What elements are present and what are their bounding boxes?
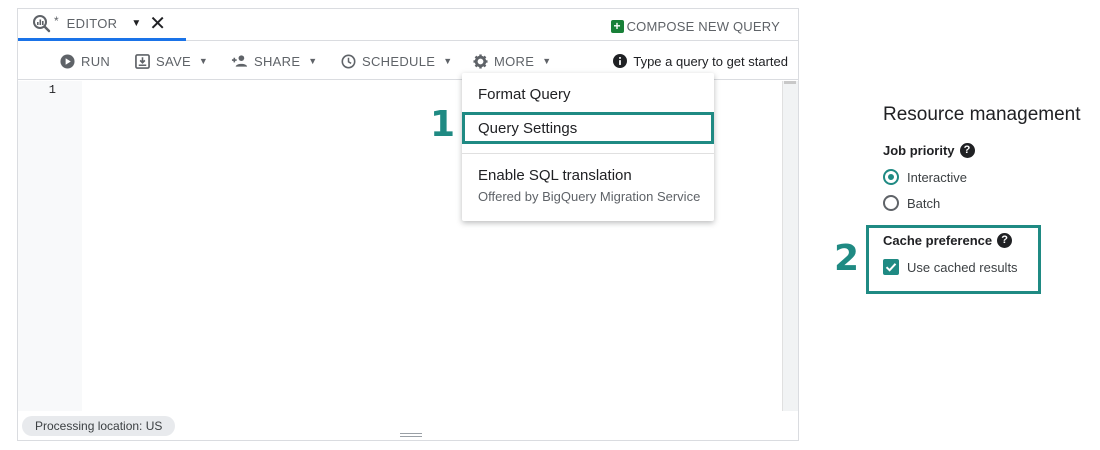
radio-batch-label: Batch xyxy=(907,195,941,211)
step-number-1: 1 xyxy=(430,104,456,145)
query-settings-label: Query Settings xyxy=(478,119,578,137)
share-label: SHARE xyxy=(254,53,301,69)
tab-bar: * EDITOR ▼ ✕ + COMPOSE NEW QUERY xyxy=(18,9,798,41)
line-number: 1 xyxy=(48,83,56,97)
tab-editor-label: EDITOR xyxy=(66,16,118,31)
unsaved-indicator: * xyxy=(54,13,59,28)
query-icon xyxy=(32,14,52,34)
save-label: SAVE xyxy=(156,53,191,69)
more-dropdown-icon: ▼ xyxy=(542,56,552,66)
save-button[interactable]: SAVE ▼ xyxy=(135,42,208,80)
scrollbar-marker xyxy=(784,81,796,84)
run-button[interactable]: RUN xyxy=(60,42,110,80)
schedule-dropdown-icon: ▼ xyxy=(443,56,453,66)
clock-icon xyxy=(341,54,356,69)
radio-selected-icon xyxy=(883,169,899,185)
step-number-2: 2 xyxy=(834,238,860,279)
save-icon xyxy=(135,53,150,69)
cache-preference-heading: Cache preference ? xyxy=(883,233,1013,248)
add-square-icon: + xyxy=(610,19,624,33)
job-priority-label: Job priority xyxy=(883,143,955,158)
menu-divider xyxy=(462,153,714,154)
menu-item-format-query[interactable]: Format Query xyxy=(462,86,714,103)
radio-interactive-label: Interactive xyxy=(907,169,967,185)
schedule-button[interactable]: SCHEDULE ▼ xyxy=(341,42,452,80)
close-tab-icon[interactable]: ✕ xyxy=(149,14,166,34)
cache-preference-label: Cache preference xyxy=(883,233,993,248)
compose-new-query-label: COMPOSE NEW QUERY xyxy=(626,18,780,34)
share-button[interactable]: SHARE ▼ xyxy=(231,42,318,80)
line-number-gutter: 1 xyxy=(18,81,82,411)
enable-sql-translation-label: Enable SQL translation xyxy=(478,167,632,184)
share-dropdown-icon: ▼ xyxy=(308,56,318,66)
menu-item-enable-sql-translation[interactable]: Enable SQL translation xyxy=(462,167,714,184)
vertical-scrollbar[interactable] xyxy=(782,81,798,411)
use-cached-results-checkbox[interactable]: Use cached results xyxy=(883,258,1018,276)
help-icon[interactable]: ? xyxy=(997,233,1013,248)
resource-management-title: Resource management xyxy=(883,104,1081,125)
gear-icon xyxy=(473,53,488,69)
menu-item-query-settings[interactable]: Query Settings xyxy=(462,112,714,144)
processing-location-badge[interactable]: Processing location: US xyxy=(22,416,176,436)
job-priority-heading: Job priority ? xyxy=(883,143,975,158)
person-add-icon xyxy=(231,54,248,68)
hint-text: Type a query to get started xyxy=(633,53,788,69)
checkbox-checked-icon xyxy=(883,259,899,275)
tab-menu-caret-icon[interactable]: ▼ xyxy=(131,18,141,29)
radio-unselected-icon xyxy=(883,195,899,211)
more-menu: Format Query Query Settings Enable SQL t… xyxy=(462,73,714,221)
compose-new-query-button[interactable]: + COMPOSE NEW QUERY xyxy=(610,15,780,37)
tab-editor[interactable]: * EDITOR ▼ ✕ xyxy=(18,9,186,41)
info-icon xyxy=(613,54,628,68)
processing-location-label: Processing location: US xyxy=(35,419,163,433)
help-icon[interactable]: ? xyxy=(959,143,975,158)
run-label: RUN xyxy=(81,53,111,69)
radio-interactive[interactable]: Interactive xyxy=(883,168,967,186)
resize-handle[interactable] xyxy=(400,433,422,437)
play-circle-icon xyxy=(60,53,75,69)
schedule-label: SCHEDULE xyxy=(362,53,436,69)
format-query-label: Format Query xyxy=(478,86,571,103)
save-dropdown-icon: ▼ xyxy=(198,56,209,66)
sql-translation-sublabel: Offered by BigQuery Migration Service xyxy=(478,189,701,204)
use-cached-results-label: Use cached results xyxy=(907,259,1018,275)
more-label: MORE xyxy=(494,53,535,69)
radio-batch[interactable]: Batch xyxy=(883,194,940,212)
